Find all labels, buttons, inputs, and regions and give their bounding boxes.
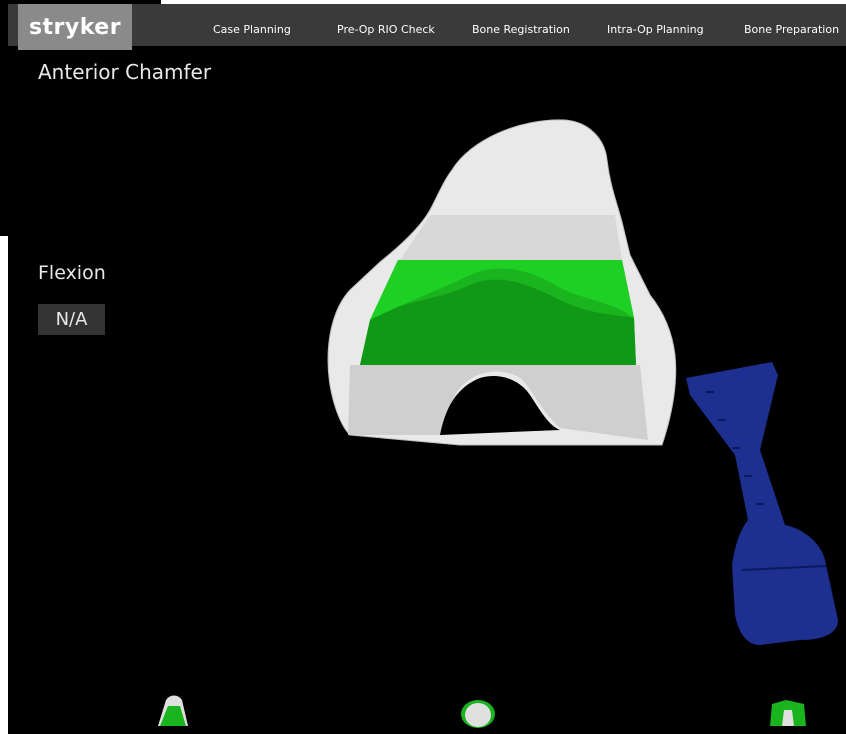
femur-side-view-icon[interactable] xyxy=(766,696,810,732)
cutting-tool-icon xyxy=(686,362,838,645)
bone-3d-viewport[interactable] xyxy=(0,0,846,734)
femur-front-view-icon[interactable] xyxy=(152,692,192,732)
femur-bone-icon xyxy=(327,119,677,446)
femur-axial-view-icon[interactable] xyxy=(458,696,498,732)
